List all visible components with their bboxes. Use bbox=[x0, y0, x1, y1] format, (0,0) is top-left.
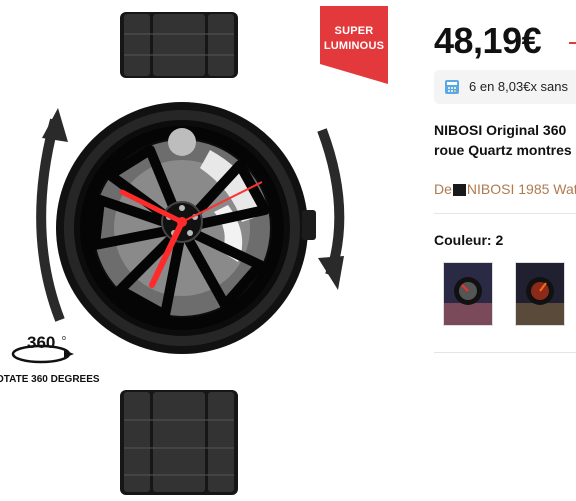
rotate-caption: OTATE 360 DEGREES bbox=[0, 374, 100, 385]
rotate-number: 360 bbox=[27, 333, 56, 352]
product-title-line-2: roue Quartz montres bbox=[434, 142, 572, 158]
color-option-1[interactable] bbox=[443, 262, 493, 326]
product-title-line-1: NIBOSI Original 360 bbox=[434, 122, 567, 138]
svg-text:o: o bbox=[62, 335, 66, 342]
product-image[interactable]: SUPER LUMINOUS o 360 OTATE 360 DEGREES bbox=[0, 0, 405, 501]
color-option-2[interactable] bbox=[515, 262, 565, 326]
installment-text: 6 en 8,03€x sans bbox=[469, 79, 569, 94]
divider bbox=[434, 213, 576, 214]
badge-line-2: LUMINOUS bbox=[323, 40, 385, 52]
divider bbox=[434, 352, 576, 353]
super-luminous-badge: SUPER LUMINOUS bbox=[320, 6, 388, 84]
store-link[interactable]: De NIBOSI 1985 Wat bbox=[434, 181, 576, 197]
price: 48,19€ bbox=[434, 20, 542, 61]
badge-line-1: SUPER bbox=[334, 25, 374, 37]
calculator-icon bbox=[445, 80, 459, 94]
store-logo-icon bbox=[452, 184, 466, 197]
original-price-strike bbox=[569, 42, 576, 44]
store-name: NIBOSI 1985 Wat bbox=[466, 181, 576, 197]
installment-banner[interactable]: 6 en 8,03€x sans bbox=[434, 70, 576, 104]
color-label: Couleur: 2 bbox=[434, 232, 504, 248]
store-prefix: De bbox=[434, 181, 452, 197]
